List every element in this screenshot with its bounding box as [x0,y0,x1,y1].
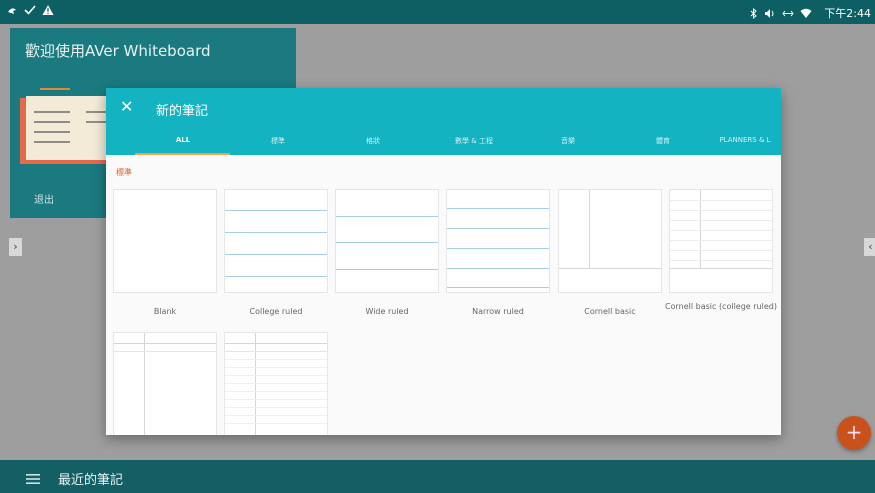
bluetooth-icon [750,7,758,19]
template-thumbnail [335,189,439,293]
template-thumbnail [558,189,662,293]
notification-icon [6,4,18,16]
template-thumbnail [224,332,328,435]
template-label: Cornell basic (college ruled) [665,302,777,311]
template-label: Narrow ruled [472,307,524,316]
template-thumbnail [669,189,773,293]
warning-icon [42,4,54,16]
data-icon [782,8,794,19]
tab-music[interactable]: 音樂 [561,136,575,146]
recent-notes-title: 最近的筆記 [58,473,124,488]
add-note-button[interactable]: + [837,416,871,450]
tab-standard[interactable]: 標準 [271,136,285,146]
section-label: 標準 [116,168,132,177]
welcome-title: 歡迎使用AVer Whiteboard [25,42,211,60]
status-bar: 下午2:44 [0,0,875,24]
template-label: College ruled [249,307,303,316]
dialog-header: ✕ 新的筆記 ALL 標準 格狀 數學 & 工程 音樂 體育 PLANNERS … [106,88,781,155]
exit-label[interactable]: 退出 [34,191,54,206]
active-tab-indicator [135,153,230,155]
close-icon[interactable]: ✕ [120,97,133,116]
wifi-icon [800,8,812,19]
template-thumbnail [446,189,550,293]
check-icon [24,4,36,16]
tab-planners[interactable]: PLANNERS & L [719,136,770,144]
bottom-bar: 最近的筆記 [0,460,875,493]
tab-grid[interactable]: 格狀 [366,136,380,146]
dialog-title: 新的筆記 [156,104,209,119]
tab-sports[interactable]: 體育 [656,136,670,146]
left-arrow-button[interactable]: › [9,238,22,256]
volume-icon [764,8,776,19]
template-tabs: ALL 標準 格狀 數學 & 工程 音樂 體育 PLANNERS & L [106,132,781,155]
tab-all[interactable]: ALL [176,136,190,144]
tab-math-engineering[interactable]: 數學 & 工程 [455,136,493,146]
template-label: Blank [153,307,177,316]
right-arrow-button[interactable]: ‹ [864,238,875,256]
menu-icon[interactable] [26,470,40,489]
status-time: 下午2:44 [824,7,871,20]
template-thumbnail [224,189,328,293]
template-thumbnail [113,189,217,293]
template-label: Cornell basic [584,307,636,316]
new-note-dialog: ✕ 新的筆記 ALL 標準 格狀 數學 & 工程 音樂 體育 PLANNERS … [106,88,781,435]
template-label: Wide ruled [365,307,409,316]
template-thumbnail [113,332,217,435]
